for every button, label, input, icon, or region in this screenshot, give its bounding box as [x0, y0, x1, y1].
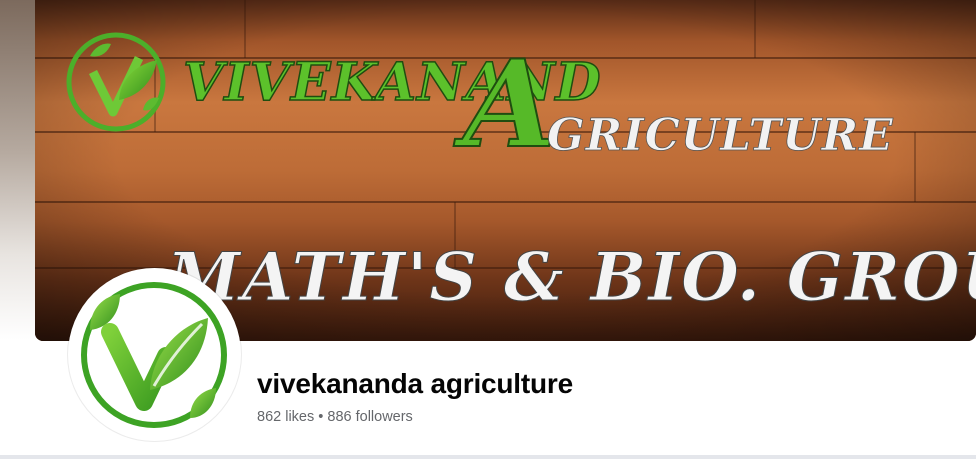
cover-tagline: MATH'S & BIO. GROUP — [165, 238, 976, 316]
profile-avatar[interactable] — [68, 268, 241, 441]
followers-count-link[interactable]: 886 followers — [327, 409, 412, 425]
leaf-v-logo-icon — [80, 281, 228, 429]
page-stats: 862 likes • 886 followers — [257, 409, 413, 425]
page-title: vivekananda agriculture — [257, 368, 573, 399]
cover-brand-word-2: GRICULTURE — [547, 110, 894, 161]
section-divider — [0, 455, 976, 459]
cover-brand-letter: A — [453, 34, 556, 175]
likes-count-link[interactable]: 862 likes — [257, 409, 314, 425]
left-gutter-shade — [0, 0, 36, 340]
stats-separator: • — [318, 409, 324, 425]
